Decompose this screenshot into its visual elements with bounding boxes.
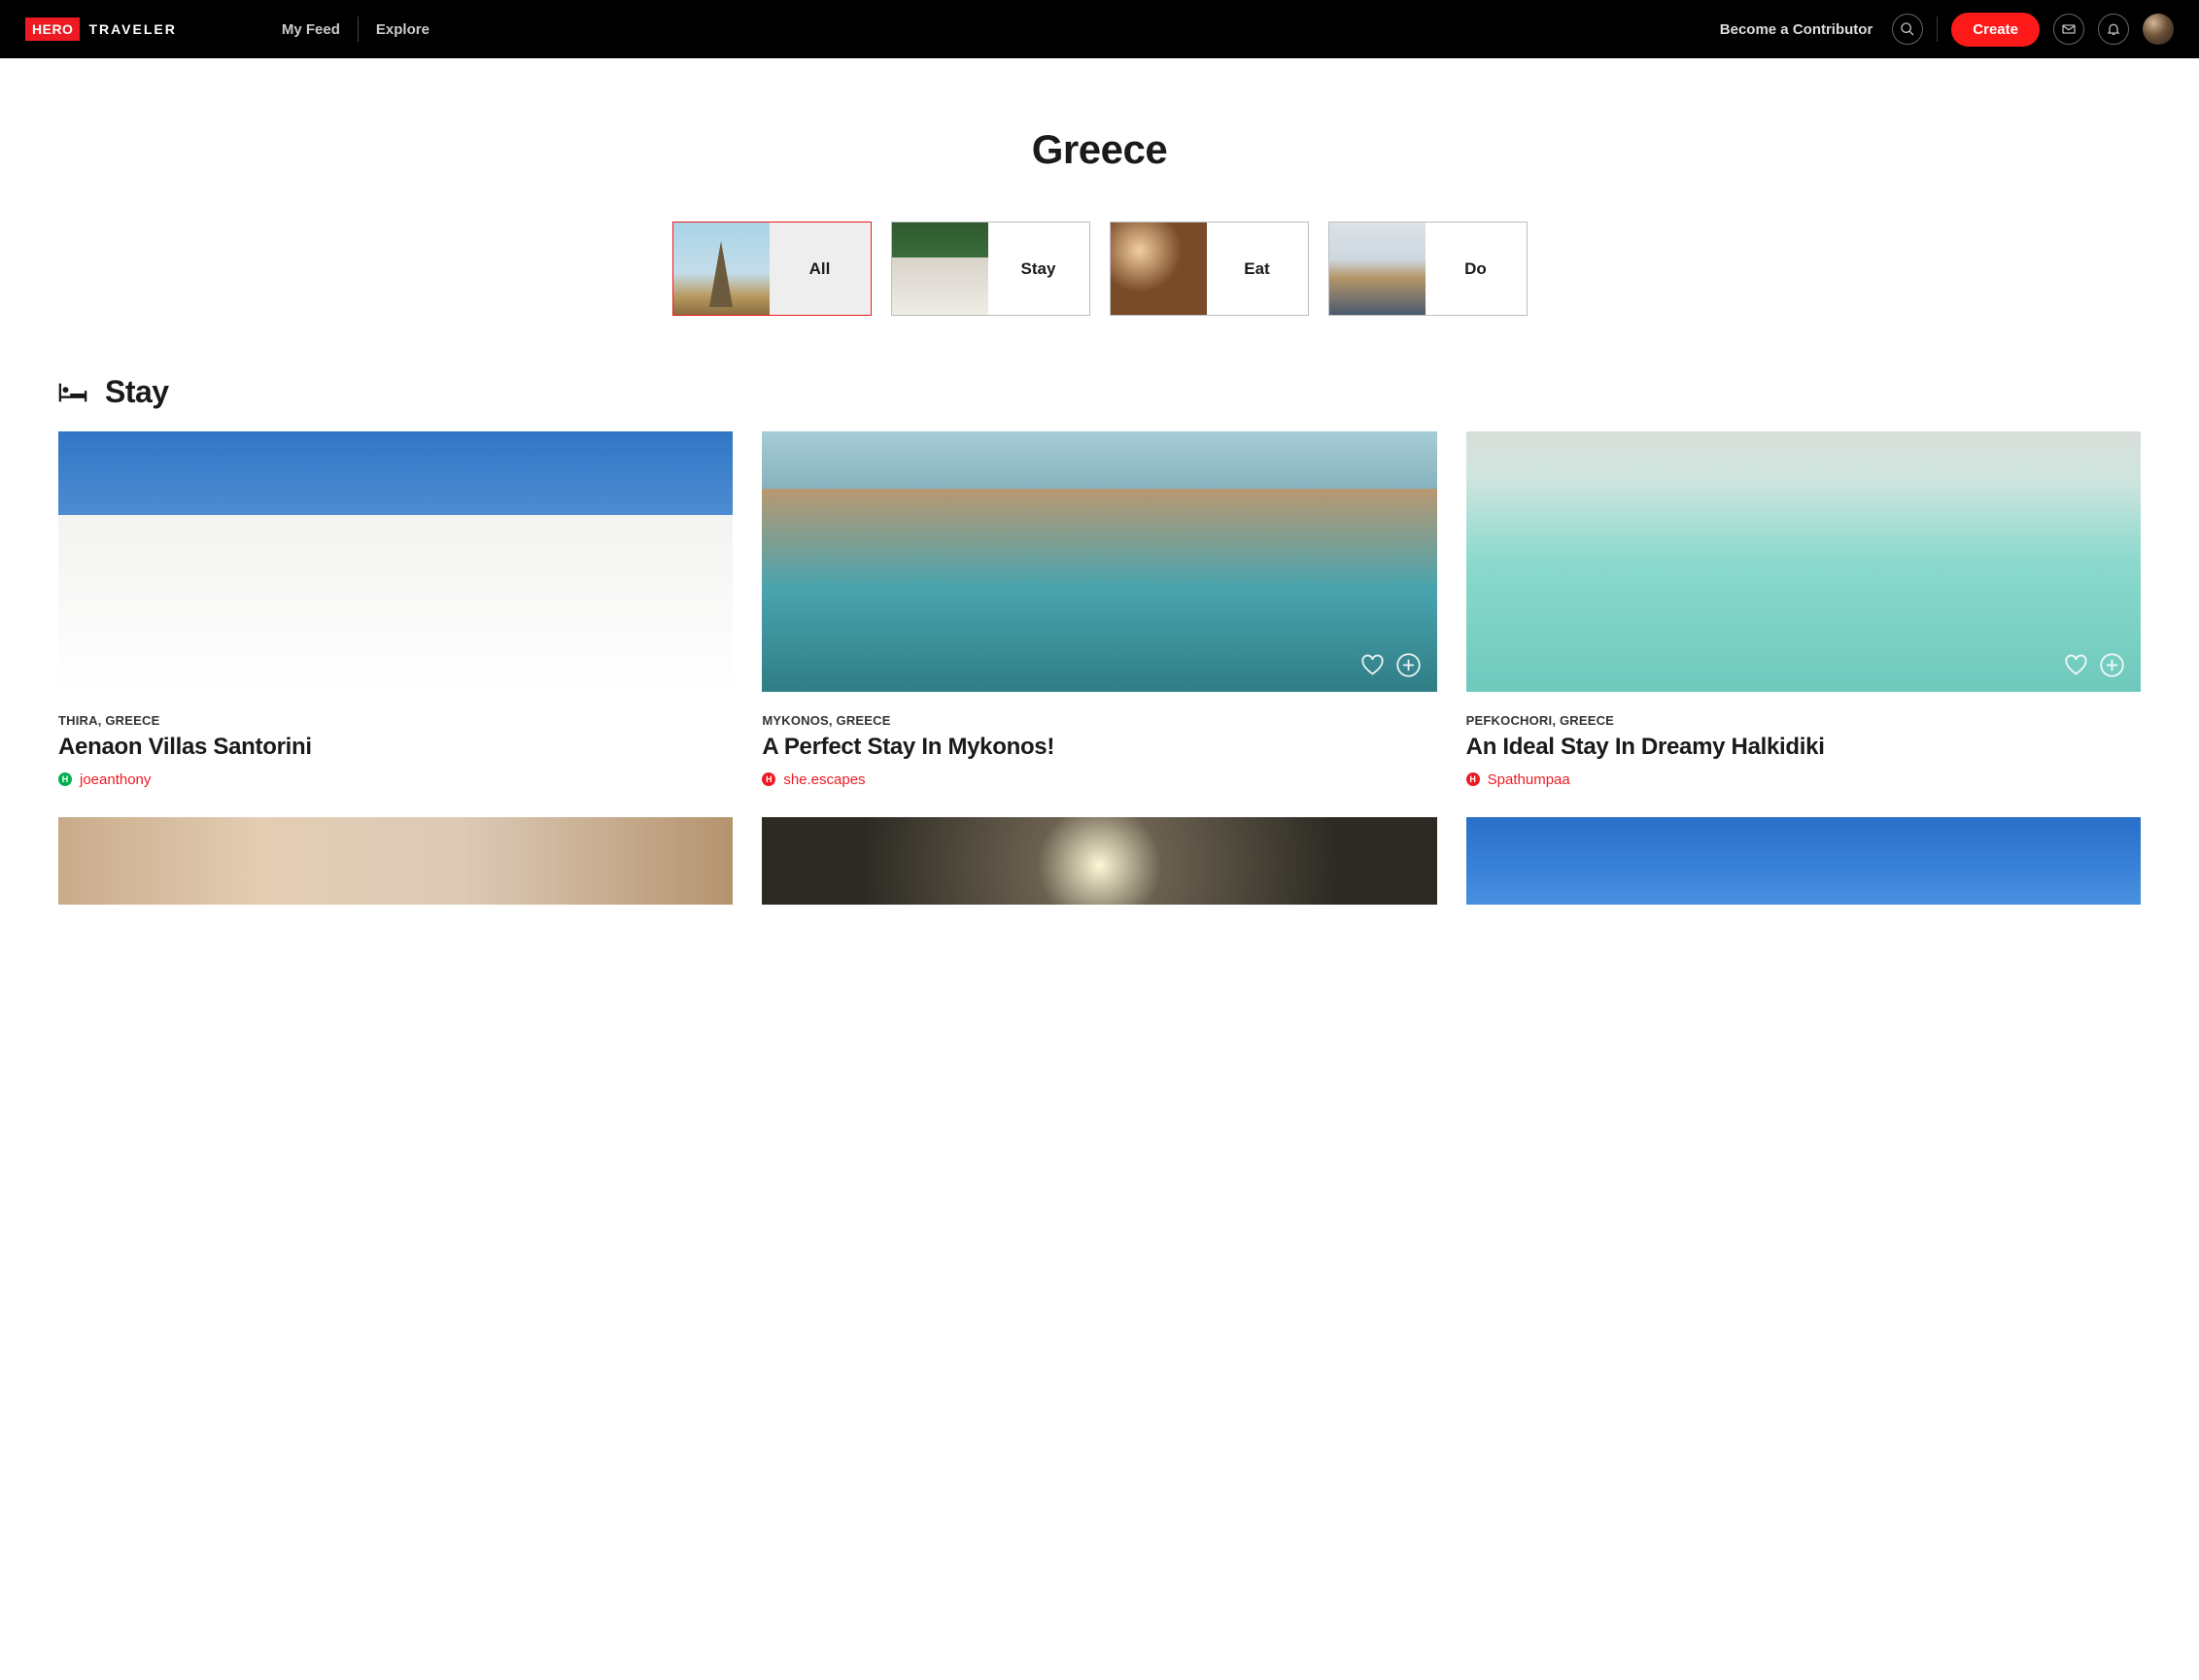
logo-traveler: TRAVELER [88, 21, 176, 37]
header: HERO TRAVELER My Feed Explore Become a C… [0, 0, 2199, 58]
story-card[interactable] [762, 817, 1436, 905]
card-actions [1359, 652, 1422, 678]
logo-hero: HERO [25, 17, 80, 41]
card-image [1466, 431, 2141, 692]
nav-right: Become a Contributor Create [1720, 13, 2174, 47]
card-author[interactable]: H Spathumpaa [1466, 771, 2141, 788]
become-contributor-link[interactable]: Become a Contributor [1720, 21, 1873, 38]
add-icon[interactable] [691, 652, 717, 678]
filter-tab-eat[interactable]: Eat [1110, 222, 1309, 316]
bed-icon [58, 381, 87, 404]
nav-left: My Feed Explore [264, 17, 447, 42]
heart-icon[interactable] [2063, 652, 2089, 678]
card-author[interactable]: H joeanthony [58, 771, 733, 788]
nav-my-feed[interactable]: My Feed [264, 21, 358, 38]
card-actions [2063, 652, 2125, 678]
author-name: joeanthony [80, 771, 151, 788]
story-card[interactable]: PEFKOCHORI, GREECE An Ideal Stay In Drea… [1466, 431, 2141, 788]
filter-tab-all[interactable]: All [672, 222, 872, 316]
story-card[interactable]: THIRA, GREECE Aenaon Villas Santorini H … [58, 431, 733, 788]
heart-icon[interactable] [1359, 652, 1386, 678]
content: Stay THIRA, GREECE Aenaon Villas Santori… [0, 374, 2199, 905]
nav-explore[interactable]: Explore [359, 21, 447, 38]
filter-label: Eat [1207, 223, 1308, 315]
logo[interactable]: HERO TRAVELER [25, 17, 177, 41]
card-location: THIRA, GREECE [58, 713, 733, 728]
story-card[interactable] [1466, 817, 2141, 905]
section-title: Stay [105, 374, 169, 410]
card-image [762, 431, 1436, 692]
filter-label: All [770, 223, 871, 315]
author-badge-icon: H [1466, 772, 1480, 786]
card-title: Aenaon Villas Santorini [58, 734, 733, 762]
card-author[interactable]: H she.escapes [762, 771, 1436, 788]
author-name: Spathumpaa [1488, 771, 1570, 788]
card-image [58, 431, 733, 692]
card-location: MYKONOS, GREECE [762, 713, 1436, 728]
create-button[interactable]: Create [1951, 13, 2040, 47]
card-actions [655, 652, 717, 678]
story-card[interactable] [58, 817, 733, 905]
card-grid: THIRA, GREECE Aenaon Villas Santorini H … [58, 431, 2141, 905]
heart-icon[interactable] [655, 652, 681, 678]
author-badge-icon: H [762, 772, 775, 786]
author-badge-icon: H [58, 772, 72, 786]
bell-icon[interactable] [2098, 14, 2129, 45]
filter-thumb-eat [1111, 223, 1207, 315]
card-image [58, 817, 733, 905]
filter-tab-do[interactable]: Do [1328, 222, 1528, 316]
mail-icon[interactable] [2053, 14, 2084, 45]
filter-tabs: All Stay Eat Do [0, 222, 2199, 316]
divider [1937, 17, 1938, 42]
filter-thumb-stay [892, 223, 988, 315]
card-title: An Ideal Stay In Dreamy Halkidiki [1466, 734, 2141, 762]
filter-tab-stay[interactable]: Stay [891, 222, 1090, 316]
story-card[interactable]: MYKONOS, GREECE A Perfect Stay In Mykono… [762, 431, 1436, 788]
avatar[interactable] [2143, 14, 2174, 45]
filter-thumb-all [673, 223, 770, 315]
card-location: PEFKOCHORI, GREECE [1466, 713, 2141, 728]
card-image [1466, 817, 2141, 905]
card-image [762, 817, 1436, 905]
section-header-stay: Stay [58, 374, 2141, 410]
card-title: A Perfect Stay In Mykonos! [762, 734, 1436, 762]
search-icon[interactable] [1892, 14, 1923, 45]
filter-thumb-do [1329, 223, 1426, 315]
author-name: she.escapes [783, 771, 865, 788]
page-title: Greece [0, 126, 2199, 173]
filter-label: Do [1426, 223, 1527, 315]
add-icon[interactable] [2099, 652, 2125, 678]
filter-label: Stay [988, 223, 1089, 315]
add-icon[interactable] [1395, 652, 1422, 678]
